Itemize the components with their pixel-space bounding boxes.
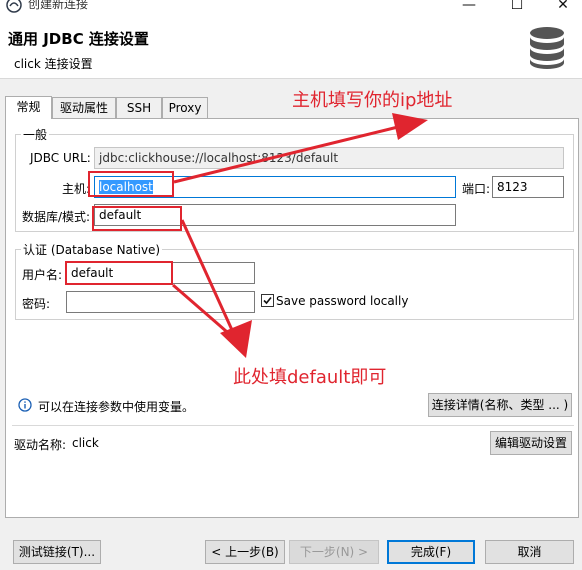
password-label: 密码: [22, 297, 51, 311]
annotation-box-host [88, 171, 174, 197]
checkmark-icon [263, 296, 272, 305]
annotation-box-username [65, 261, 173, 285]
info-icon [18, 398, 32, 412]
tab-ssh[interactable]: SSH [116, 97, 162, 118]
port-input[interactable]: 8123 [492, 176, 564, 198]
maximize-button[interactable]: ☐ [497, 0, 537, 16]
general-group-title: 一般 [21, 126, 50, 143]
driver-name-value: click [72, 436, 99, 450]
divider [12, 425, 574, 426]
page-subtitle: click 连接设置 [14, 57, 93, 71]
connection-details-button[interactable]: 连接详情(名称、类型 ... ) [428, 393, 572, 417]
wizard-header: 通用 JDBC 连接设置 click 连接设置 [0, 18, 582, 79]
auth-group-title: 认证 (Database Native) [21, 241, 163, 258]
next-button[interactable]: 下一步(N) > [289, 540, 379, 564]
tab-proxy[interactable]: Proxy [162, 97, 208, 118]
test-connection-button[interactable]: 测试链接(T)... [13, 540, 101, 564]
finish-button[interactable]: 完成(F) [387, 540, 475, 564]
tab-driver-properties[interactable]: 驱动属性 [52, 97, 116, 118]
annotation-host-note: 主机填写你的ip地址 [292, 90, 453, 111]
info-text: 可以在连接参数中使用变量。 [38, 400, 195, 414]
save-password-label[interactable]: Save password locally [276, 294, 408, 308]
username-label: 用户名: [22, 268, 63, 282]
save-password-checkbox[interactable] [261, 294, 274, 307]
annotation-box-database [92, 206, 182, 231]
database-label: 数据库/模式: [22, 210, 91, 224]
jdbc-url-field[interactable]: jdbc:clickhouse://localhost:8123/default [94, 147, 564, 169]
minimize-button[interactable]: — [449, 0, 489, 16]
page-title: 通用 JDBC 连接设置 [8, 30, 149, 48]
tab-general[interactable]: 常规 [5, 96, 52, 119]
edit-driver-button[interactable]: 编辑驱动设置 [490, 431, 572, 455]
host-label: 主机: [62, 182, 91, 196]
window-title: 创建新连接 [28, 0, 89, 11]
port-label: 端口: [462, 182, 491, 196]
cancel-button[interactable]: 取消 [485, 540, 574, 564]
close-button[interactable]: ✕ [543, 0, 582, 16]
database-icon [530, 27, 564, 69]
jdbc-url-label: JDBC URL: [30, 151, 91, 165]
driver-name-label: 驱动名称: [14, 438, 67, 452]
window-title-bar: 创建新连接 — ☐ ✕ [0, 0, 582, 18]
back-button[interactable]: < 上一步(B) [205, 540, 285, 564]
annotation-default-note: 此处填default即可 [233, 367, 387, 388]
password-input[interactable] [66, 291, 255, 313]
app-icon [6, 0, 22, 13]
